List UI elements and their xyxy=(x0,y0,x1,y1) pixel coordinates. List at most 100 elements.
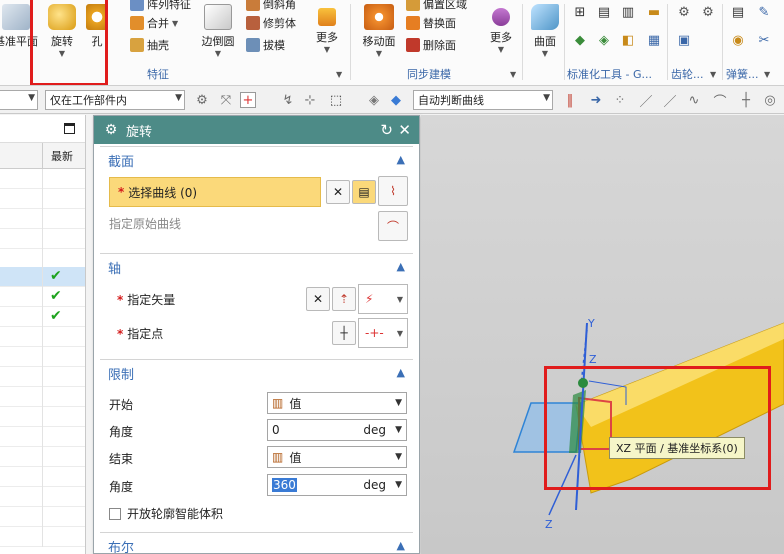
table-row[interactable] xyxy=(0,209,85,229)
table-row[interactable] xyxy=(0,447,85,467)
std-tool-icon[interactable]: ⊞ xyxy=(572,4,588,20)
gear-tool-icon[interactable]: ⚙ xyxy=(676,4,692,20)
specify-vector-row[interactable]: * 指定矢量 xyxy=(117,291,175,308)
table-row[interactable] xyxy=(0,169,85,189)
snap-icon[interactable]: ⊹ xyxy=(302,92,318,108)
deselect-icon[interactable]: ✕ xyxy=(326,180,350,204)
std-tool-icon[interactable]: ▬ xyxy=(646,4,662,20)
axis-header[interactable]: 轴 ▲ xyxy=(100,254,413,280)
surface-button[interactable]: 曲面 ▼ xyxy=(528,4,562,58)
feature-curve-icon[interactable]: ⁘ xyxy=(612,92,628,108)
curve-icon[interactable]: ∿ xyxy=(686,92,702,108)
table-row[interactable] xyxy=(0,507,85,527)
gear-tool-icon[interactable]: ▣ xyxy=(676,32,692,48)
revolve-dialog: ⚙ 旋转 ↻ ✕ 截面 ▲ * 选择曲线 (0) ✕ ▤ ⌇ 指定原始曲线 ⌒ … xyxy=(93,115,420,554)
maximize-icon[interactable] xyxy=(64,123,75,134)
gear-tool-icon[interactable]: ⚙ xyxy=(700,4,716,20)
close-icon[interactable]: ✕ xyxy=(398,121,411,139)
more-button-sync[interactable]: 更多 ▼ xyxy=(486,4,516,54)
replace-face-button[interactable]: 替换面 xyxy=(406,15,456,31)
combine-button[interactable]: 合并 ▼ xyxy=(130,15,178,31)
trim-body-button[interactable]: 修剪体 xyxy=(246,15,296,31)
nav-column-latest[interactable]: 最新 xyxy=(43,143,85,169)
std-tool-icon[interactable]: ◈ xyxy=(596,32,612,48)
start-type-select[interactable]: ▥ 值 ▼ xyxy=(267,392,407,414)
offset-region-button[interactable]: 偏置区域 xyxy=(406,0,467,12)
graphics-viewport[interactable]: Y Z Z xyxy=(421,115,784,554)
origin-curve-icon[interactable]: ⌒ xyxy=(378,211,408,241)
sketch-section-icon[interactable]: ▤ xyxy=(352,180,376,204)
table-row[interactable]: ✔ xyxy=(0,307,85,327)
filter-combo[interactable]: ▼ xyxy=(0,90,38,110)
table-row[interactable] xyxy=(0,407,85,427)
pattern-icon xyxy=(130,0,144,11)
std-tool-icon[interactable]: ▦ xyxy=(646,32,662,48)
edge-blend-button[interactable]: 边倒圆 ▼ xyxy=(200,4,236,58)
table-row[interactable] xyxy=(0,387,85,407)
std-tool-icon[interactable]: ▤ xyxy=(596,4,612,20)
point-dialog-icon[interactable]: ┼ xyxy=(332,321,356,345)
cube-icon[interactable]: ◆ xyxy=(388,92,404,108)
table-row[interactable] xyxy=(0,427,85,447)
draft-button[interactable]: 拔模 xyxy=(246,37,285,53)
snap-icon[interactable]: ⚙ xyxy=(194,92,210,108)
table-row[interactable] xyxy=(0,249,85,269)
dialog-titlebar[interactable]: ⚙ 旋转 ↻ ✕ xyxy=(94,116,419,144)
table-row[interactable]: ✔ xyxy=(0,287,85,307)
stop-at-intersection-icon[interactable]: ‖ xyxy=(562,92,578,108)
deselect-icon[interactable]: ✕ xyxy=(306,287,330,311)
end-angle-input[interactable]: 360 deg ▼ xyxy=(267,474,407,496)
table-row[interactable] xyxy=(0,367,85,387)
pattern-feature-button[interactable]: 阵列特征 xyxy=(130,0,191,12)
table-row[interactable] xyxy=(0,487,85,507)
snap-icon[interactable]: ⤧ xyxy=(218,92,234,108)
start-angle-input[interactable]: 0 deg ▼ xyxy=(267,419,407,441)
std-tool-icon[interactable]: ▥ xyxy=(620,4,636,20)
eraser-icon[interactable]: ◈ xyxy=(366,92,382,108)
spring-tool-icon[interactable]: ◉ xyxy=(730,32,746,48)
more-button-feature[interactable]: 更多 ▼ xyxy=(312,4,342,54)
std-tool-icon[interactable]: ◆ xyxy=(572,32,588,48)
chevron-down-icon: ▼ xyxy=(395,452,402,462)
spring-tool-icon[interactable]: ✎ xyxy=(756,4,772,20)
nav-column-name[interactable] xyxy=(0,143,43,169)
select-point-icon[interactable]: + xyxy=(240,92,256,108)
line-icon[interactable]: ／ xyxy=(662,92,678,110)
line-icon[interactable]: ／ xyxy=(638,92,654,110)
start-angle-label: 角度 xyxy=(109,425,134,439)
section-header[interactable]: 截面 ▲ xyxy=(100,147,413,173)
spring-tool-icon[interactable]: ✂ xyxy=(756,32,772,48)
spline-icon[interactable]: ⌒ xyxy=(712,92,728,110)
shell-button[interactable]: 抽壳 xyxy=(130,37,169,53)
boolean-header[interactable]: 布尔 ▲ xyxy=(100,533,413,553)
reset-icon[interactable]: ↻ xyxy=(380,121,393,139)
std-tool-icon[interactable]: ◧ xyxy=(620,32,636,48)
spring-tool-icon[interactable]: ▤ xyxy=(730,4,746,20)
table-row[interactable] xyxy=(0,347,85,367)
table-row[interactable] xyxy=(0,467,85,487)
select-curve-row[interactable]: * 选择曲线 (0) xyxy=(109,177,321,207)
table-row[interactable] xyxy=(0,327,85,347)
table-row[interactable] xyxy=(0,189,85,209)
limits-header[interactable]: 限制 ▲ xyxy=(100,360,413,386)
table-row[interactable]: ✔ xyxy=(0,267,85,287)
end-type-select[interactable]: ▥ 值 ▼ xyxy=(267,446,407,468)
scope-combo[interactable]: 仅在工作部件内 ▼ xyxy=(45,90,185,110)
point-type-dropdown[interactable]: -+- ▼ xyxy=(358,318,408,348)
point-icon[interactable]: ┼ xyxy=(738,92,754,108)
specify-point-row[interactable]: * 指定点 xyxy=(117,325,163,342)
move-face-button[interactable]: 移动面 ▼ xyxy=(358,4,400,58)
circle-point-icon[interactable]: ◎ xyxy=(762,92,778,108)
table-row[interactable] xyxy=(0,229,85,249)
open-profile-checkbox[interactable]: 开放轮廓智能体积 xyxy=(109,505,223,522)
delete-face-button[interactable]: 删除面 xyxy=(406,37,456,53)
rectangle-select-icon[interactable]: ⬚ xyxy=(328,92,344,108)
follow-fillet-icon[interactable]: ➜ xyxy=(588,92,604,108)
vector-type-dropdown[interactable]: ⚡ ▼ xyxy=(358,284,408,314)
curve-rule-combo[interactable]: 自动判断曲线 ▼ xyxy=(413,90,553,110)
chamfer-button[interactable]: 倒斜角 xyxy=(246,0,296,12)
vector-dialog-icon[interactable]: ⇡ xyxy=(332,287,356,311)
curve-select-icon[interactable]: ⌇ xyxy=(378,176,408,206)
table-row[interactable] xyxy=(0,527,85,547)
snap-icon[interactable]: ↯ xyxy=(280,92,296,108)
